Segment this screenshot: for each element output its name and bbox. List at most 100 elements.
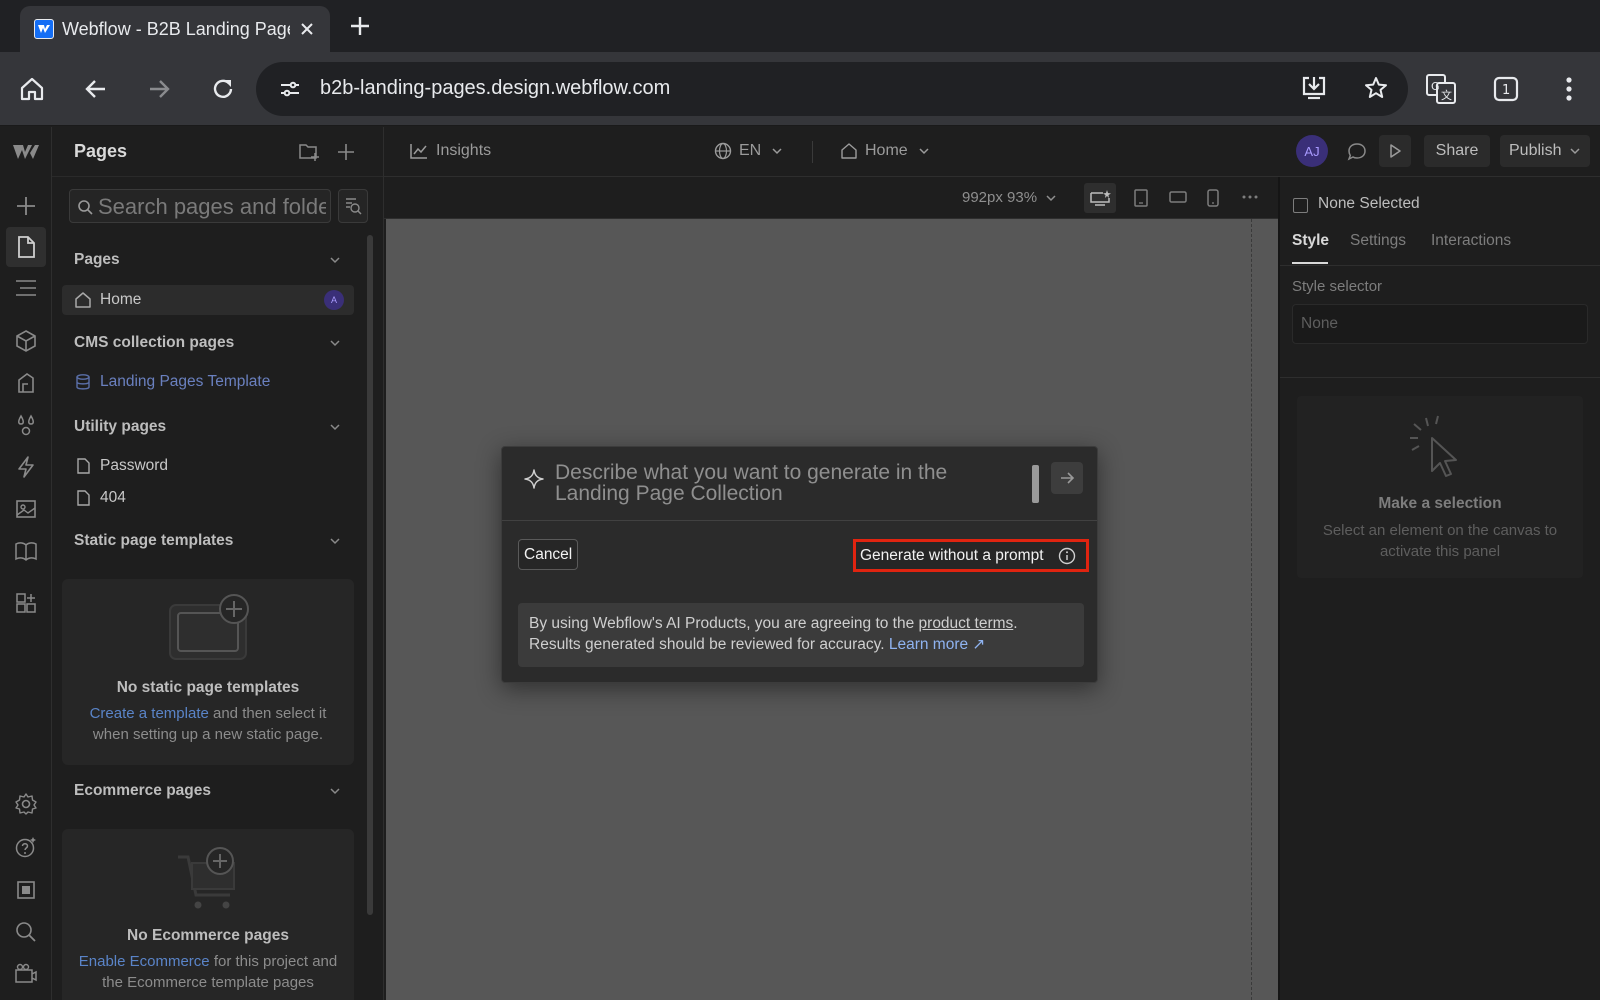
browser-menu-icon[interactable] [1554, 74, 1584, 104]
chevron-down-icon [1570, 148, 1580, 155]
add-elements-icon[interactable] [13, 193, 39, 219]
back-icon[interactable] [81, 74, 111, 104]
tab-count-icon[interactable]: 1 [1491, 74, 1521, 104]
breakpoint-landscape-icon[interactable] [1168, 189, 1188, 205]
style-manager-icon[interactable] [13, 370, 39, 396]
canvas-size-selector[interactable]: 992px 93% [962, 189, 1057, 206]
locale-selector[interactable]: EN [714, 142, 783, 160]
video-tutorials-icon[interactable] [13, 961, 39, 987]
publish-button[interactable]: Publish [1500, 135, 1590, 167]
pages-icon[interactable] [6, 227, 46, 267]
navigator-icon[interactable] [13, 275, 39, 301]
selection-status: None Selected [1318, 195, 1420, 212]
settings-gear-icon[interactable] [13, 791, 39, 817]
chevron-down-icon[interactable] [328, 534, 342, 548]
forward-icon[interactable] [144, 74, 174, 104]
search-icon[interactable] [13, 919, 39, 945]
install-app-icon[interactable] [1300, 74, 1328, 102]
empty-state-heading: Make a selection [1378, 495, 1502, 512]
chevron-down-icon[interactable] [328, 253, 342, 267]
share-button[interactable]: Share [1424, 135, 1490, 167]
assets-icon[interactable] [13, 496, 39, 522]
prompt-scroll-handle[interactable] [1032, 465, 1039, 503]
page-item-home[interactable]: Home A [62, 285, 354, 315]
learn-more-link[interactable]: Learn more ↗ [889, 636, 986, 653]
apps-icon[interactable] [13, 590, 39, 616]
preview-button[interactable] [1379, 135, 1411, 167]
chevron-down-icon[interactable] [328, 784, 342, 798]
breakpoint-portrait-icon[interactable] [1206, 188, 1220, 208]
style-selector-input[interactable]: None [1292, 304, 1588, 344]
info-icon[interactable] [1058, 547, 1076, 565]
globe-icon [714, 142, 732, 160]
breakpoint-desktop-button[interactable] [1084, 183, 1116, 213]
close-tab-icon[interactable] [296, 18, 318, 40]
insights-button[interactable]: Insights [410, 142, 491, 160]
cms-icon[interactable] [13, 538, 39, 564]
pages-panel-scrollbar[interactable] [367, 235, 373, 915]
browser-tab[interactable]: Webflow - B2B Landing Page [20, 6, 330, 52]
product-terms-link[interactable]: product terms [919, 615, 1014, 632]
more-options-icon[interactable] [1241, 189, 1259, 205]
page-item-landing-pages-template[interactable]: Landing Pages Template [62, 367, 354, 397]
new-tab-icon[interactable] [346, 12, 374, 40]
submit-prompt-button[interactable] [1051, 462, 1083, 494]
page-item-label: Landing Pages Template [100, 373, 271, 390]
search-content-button[interactable] [338, 189, 368, 223]
prompt-input[interactable]: Describe what you want to generate in th… [555, 462, 1005, 504]
page-item-password[interactable]: Password [62, 451, 354, 481]
home-icon [75, 292, 91, 308]
reload-icon[interactable] [208, 74, 238, 104]
create-template-link[interactable]: Create a template [90, 705, 209, 722]
static-templates-section-heading[interactable]: Static page templates [74, 532, 233, 550]
search-icon [77, 199, 93, 215]
tab-interactions[interactable]: Interactions [1431, 232, 1511, 250]
cart-illustration-icon [174, 845, 244, 911]
avatar[interactable]: AJ [1296, 135, 1328, 167]
translate-icon[interactable]: G文 [1424, 72, 1458, 106]
webflow-favicon-icon [34, 19, 54, 39]
home-icon[interactable] [17, 74, 47, 104]
page-icon [77, 458, 90, 474]
svg-text:G: G [1431, 80, 1440, 93]
breakpoint-tablet-icon[interactable] [1133, 188, 1149, 208]
page-selector[interactable]: Home [840, 142, 930, 160]
new-folder-icon[interactable] [298, 141, 320, 163]
ecommerce-section-heading[interactable]: Ecommerce pages [74, 782, 211, 800]
home-icon [841, 143, 857, 159]
cancel-button[interactable]: Cancel [518, 539, 579, 570]
variables-icon[interactable] [13, 412, 39, 438]
tab-style[interactable]: Style [1292, 232, 1329, 250]
comments-icon[interactable] [1346, 141, 1368, 163]
svg-text:1: 1 [1502, 83, 1510, 98]
url-text: b2b-landing-pages.design.webflow.com [320, 77, 671, 99]
ecommerce-empty-state: No Ecommerce pages Enable Ecommerce for … [62, 829, 354, 1000]
add-page-icon[interactable] [335, 141, 357, 163]
help-icon[interactable] [13, 834, 39, 860]
browser-tabstrip: Webflow - B2B Landing Page [0, 0, 1600, 52]
prompt-area: Describe what you want to generate in th… [502, 447, 1097, 521]
search-content-icon [346, 198, 362, 215]
page-item-404[interactable]: 404 [62, 483, 354, 513]
generate-without-prompt-button[interactable]: Generate without a prompt [853, 539, 1089, 572]
select-checkbox[interactable] [1293, 198, 1308, 213]
components-icon[interactable] [13, 328, 39, 354]
chevron-down-icon[interactable] [328, 420, 342, 434]
ai-generate-dialog: Describe what you want to generate in th… [501, 446, 1098, 683]
address-bar[interactable]: b2b-landing-pages.design.webflow.com [256, 62, 1408, 116]
search-pages-input[interactable]: Search pages and folders [69, 189, 331, 223]
pages-section-heading[interactable]: Pages [74, 251, 120, 269]
cms-section-heading[interactable]: CMS collection pages [74, 334, 234, 352]
page-item-label: Password [100, 457, 169, 474]
interactions-icon[interactable] [13, 454, 39, 480]
bookmark-star-icon[interactable] [1362, 74, 1390, 102]
utility-section-heading[interactable]: Utility pages [74, 418, 166, 436]
tab-settings[interactable]: Settings [1350, 232, 1406, 250]
site-settings-icon[interactable] [278, 77, 302, 101]
static-templates-empty-state: No static page templates Create a templa… [62, 579, 354, 765]
style-selector-label: Style selector [1292, 278, 1383, 295]
chevron-down-icon[interactable] [328, 336, 342, 350]
enable-ecommerce-link[interactable]: Enable Ecommerce [79, 953, 210, 970]
stop-square-icon[interactable] [13, 877, 39, 903]
webflow-logo-icon[interactable] [13, 139, 39, 165]
